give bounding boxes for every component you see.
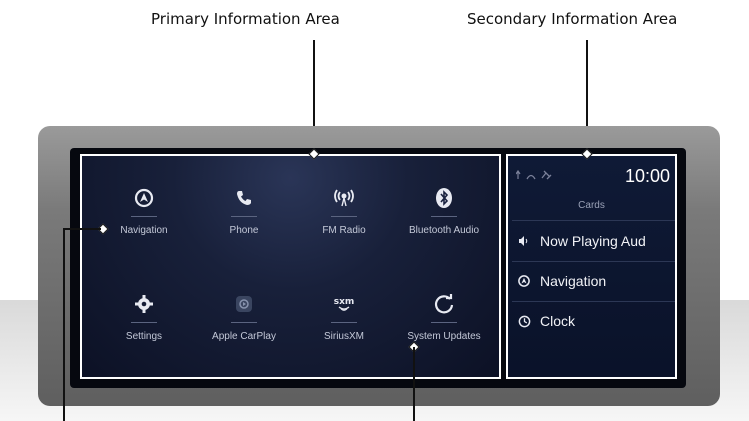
bluetooth-icon <box>430 184 458 212</box>
app-label: Settings <box>125 331 163 342</box>
card-label: Now Playing Aud <box>540 233 646 249</box>
radio-icon <box>330 184 358 212</box>
app-fm-radio[interactable]: FM Radio <box>294 170 394 262</box>
system-updates-callout-line <box>413 347 415 421</box>
app-label-callout-line-v <box>63 228 65 421</box>
app-label: Bluetooth Audio <box>408 225 480 236</box>
separator <box>512 220 675 221</box>
primary-information-area: Navigation Phone FM Radio Bluetooth Audi… <box>80 154 501 379</box>
speaker-icon <box>516 233 532 249</box>
app-apple-carplay[interactable]: Apple CarPlay <box>194 276 294 368</box>
app-siriusxm[interactable]: sxm SiriusXM <box>294 276 394 368</box>
app-label: System Updates <box>407 331 481 342</box>
svg-text:sxm: sxm <box>334 297 355 307</box>
page-indicator-bar <box>279 378 289 379</box>
secondary-area-callout: Secondary Information Area <box>467 10 678 28</box>
primary-area-callout: Primary Information Area <box>151 10 340 28</box>
tile-divider <box>331 322 357 323</box>
tile-divider <box>131 216 157 217</box>
tile-divider <box>431 322 457 323</box>
clock-icon <box>516 313 532 329</box>
refresh-icon <box>430 290 458 318</box>
card-clock[interactable]: Clock <box>516 302 675 340</box>
page-indicator <box>277 369 317 379</box>
siriusxm-icon: sxm <box>330 290 358 318</box>
app-system-updates[interactable]: System Updates <box>394 276 494 368</box>
app-navigation[interactable]: Navigation <box>94 170 194 262</box>
app-bluetooth-audio[interactable]: Bluetooth Audio <box>394 170 494 262</box>
tile-divider <box>231 216 257 217</box>
card-navigation[interactable]: Navigation <box>516 262 675 300</box>
card-now-playing[interactable]: Now Playing Aud <box>516 222 675 260</box>
tile-divider <box>431 216 457 217</box>
tile-divider <box>331 216 357 217</box>
card-label: Navigation <box>540 273 607 289</box>
cards-heading: Cards <box>578 200 605 211</box>
status-bar: 10:00 <box>514 166 674 190</box>
app-label: SiriusXM <box>323 331 364 342</box>
tile-divider <box>131 322 157 323</box>
tile-divider <box>231 322 257 323</box>
app-label: FM Radio <box>322 225 366 236</box>
app-label: Phone <box>229 225 259 236</box>
status-icons <box>515 169 556 184</box>
gear-icon <box>130 290 158 318</box>
app-settings[interactable]: Settings <box>94 276 194 368</box>
app-label: Apple CarPlay <box>212 331 276 342</box>
time-display: 10:00 <box>624 166 670 186</box>
navigation-icon <box>516 273 532 289</box>
phone-icon <box>230 184 258 212</box>
navigation-icon <box>130 184 158 212</box>
secondary-information-area: 10:00 Cards Now Playing Aud Navigation C… <box>506 154 677 379</box>
app-label: Navigation <box>120 225 168 236</box>
card-label: Clock <box>540 313 576 329</box>
app-label-callout-line-h <box>63 228 101 230</box>
app-phone[interactable]: Phone <box>194 170 294 262</box>
carplay-icon <box>230 290 258 318</box>
